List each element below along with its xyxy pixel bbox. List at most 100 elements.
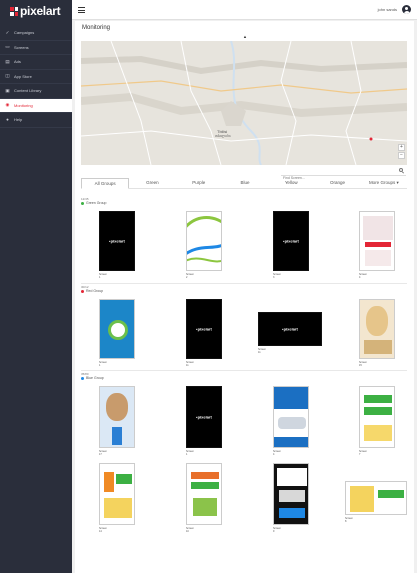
screen-thumbnail <box>273 386 309 448</box>
screen-label: Screen 7 <box>359 450 367 456</box>
screen-label: Screen 2 <box>186 273 194 279</box>
sidebar-item-help[interactable]: ● Help <box>0 113 72 128</box>
pixelart-logo[interactable]: pixelart <box>10 4 61 18</box>
tab-all-groups[interactable]: All Groups <box>81 178 130 189</box>
sidebar-item-campaigns[interactable]: ✓ Campaigns <box>0 26 72 41</box>
screen-label: Screen 1 <box>99 273 107 279</box>
screen-thumbnail <box>359 299 395 359</box>
screen-thumbnail <box>99 299 135 359</box>
status-dot-icon <box>81 376 84 380</box>
hamburger-menu-icon[interactable] <box>78 7 85 13</box>
screen-label: Screen 3 <box>273 273 281 279</box>
group-name[interactable]: Blue Group <box>81 376 104 380</box>
screen-label: Screen 11 <box>186 361 194 367</box>
pixelart-logo-icon: ▪pixelart <box>109 238 125 244</box>
sidebar-item-label: Help <box>14 117 23 123</box>
store-icon: ◫ <box>5 73 10 79</box>
group-name-label: Green Group <box>86 201 107 205</box>
avatar[interactable] <box>402 5 411 14</box>
sidebar-item-screens[interactable]: ▭ Screens <box>0 41 72 55</box>
monitoring-map[interactable]: Tbilisi თბილისი + − <box>81 41 407 165</box>
group-header-green: 12/45 Green Group <box>81 197 407 209</box>
screen-thumbnail <box>186 211 222 271</box>
ad-text-block-icon <box>277 468 307 486</box>
tab-purple[interactable]: Purple <box>176 178 222 188</box>
sidebar-item-label: Monitoring <box>14 102 33 108</box>
screen-thumbnail: ▪pixelart <box>258 312 322 346</box>
circle-logo-icon <box>108 320 128 340</box>
user-name[interactable]: john sands <box>378 7 397 12</box>
screen-thumbnail <box>359 211 395 271</box>
check-icon: ✓ <box>5 29 10 35</box>
pixelart-logo-icon: ▪pixelart <box>196 414 212 420</box>
screen-thumbnail: ▪pixelart <box>186 299 222 359</box>
screen-label: Screen 1 <box>99 361 107 367</box>
zoom-in-icon[interactable]: + <box>398 144 405 151</box>
ad-products-icon <box>364 425 392 441</box>
product-image-icon <box>364 340 392 354</box>
ad-products-icon <box>365 250 391 266</box>
top-header: john sands <box>72 0 417 20</box>
screen-label: Screen 11 <box>258 348 266 354</box>
monitoring-icon: ◉ <box>5 102 10 108</box>
sidebar-item-label: App Store <box>14 73 32 79</box>
collapse-map-icon[interactable]: ▲ <box>243 34 247 39</box>
group-tabs: All Groups Green Purple Blue Yellow Oran… <box>81 178 407 189</box>
ad-headline-icon <box>191 472 219 479</box>
ad-phone-block-icon <box>279 508 305 518</box>
group-name-label: Blue Group <box>86 376 104 380</box>
search-icon[interactable] <box>399 168 403 172</box>
screen-label: Screen 17 <box>99 450 107 456</box>
page-title: Monitoring <box>82 25 111 31</box>
logo-mark-icon <box>10 6 18 16</box>
screen-label: Screen 14 <box>99 527 107 533</box>
pixelart-logo-icon: ▪pixelart <box>282 326 298 332</box>
sidebar: pixelart ✓ Campaigns ▭ Screens ▤ Ads ◫ A… <box>0 0 72 573</box>
ad-products-icon <box>350 486 374 512</box>
screen-thumbnail <box>345 481 407 515</box>
ad-headline-icon <box>191 482 219 489</box>
sidebar-item-ads[interactable]: ▤ Ads <box>0 55 72 70</box>
tab-yellow[interactable]: Yellow <box>268 178 314 188</box>
sidebar-item-content-library[interactable]: ▣ Content Library <box>0 84 72 99</box>
tab-blue[interactable]: Blue <box>222 178 268 188</box>
sidebar-item-app-store[interactable]: ◫ App Store <box>0 70 72 84</box>
group-name[interactable]: Green Group <box>81 201 106 205</box>
screen-thumbnail <box>99 463 135 525</box>
ad-banner-icon <box>365 242 391 247</box>
screen-thumbnail: ▪pixelart <box>273 211 309 271</box>
screen-label: Screen 4 <box>273 450 281 456</box>
zoom-out-icon[interactable]: − <box>398 152 405 159</box>
tab-green[interactable]: Green <box>129 178 175 188</box>
ad-headline-icon <box>364 395 392 403</box>
screen-search <box>281 166 406 182</box>
map-graphic <box>81 41 407 165</box>
screen-thumbnail <box>273 463 309 525</box>
library-icon: ▣ <box>5 87 10 93</box>
screen-thumbnail <box>99 386 135 448</box>
sidebar-item-label: Screens <box>14 44 29 50</box>
ad-headline-icon <box>364 407 392 415</box>
tab-orange[interactable]: Orange <box>314 178 360 188</box>
pixelart-logo-icon: ▪pixelart <box>283 238 299 244</box>
portrait-image-icon <box>106 393 128 421</box>
ads-icon: ▤ <box>5 58 10 64</box>
logo-text: pixelart <box>20 4 61 18</box>
map-city-label-local: თბილისი <box>215 134 231 138</box>
sidebar-item-monitoring[interactable]: ◉ Monitoring <box>0 98 72 113</box>
screen-label: Screen 1 <box>186 450 194 456</box>
ad-footer-icon <box>274 437 308 447</box>
swirl-graphic-icon <box>187 216 221 263</box>
ad-headline-icon <box>378 490 404 498</box>
group-name[interactable]: Red Group <box>81 289 103 293</box>
tab-more-groups[interactable]: More Groups ▾ <box>361 178 407 188</box>
car-image-icon <box>279 490 305 502</box>
screen-thumbnail <box>359 386 395 448</box>
screen-thumbnail: ▪pixelart <box>186 386 222 448</box>
ad-header-icon <box>274 387 308 409</box>
group-name-label: Red Group <box>86 289 104 293</box>
status-dot-icon <box>81 201 84 205</box>
ad-products-icon <box>104 498 132 518</box>
product-bottle-icon <box>104 472 114 492</box>
car-image-icon <box>278 417 306 429</box>
